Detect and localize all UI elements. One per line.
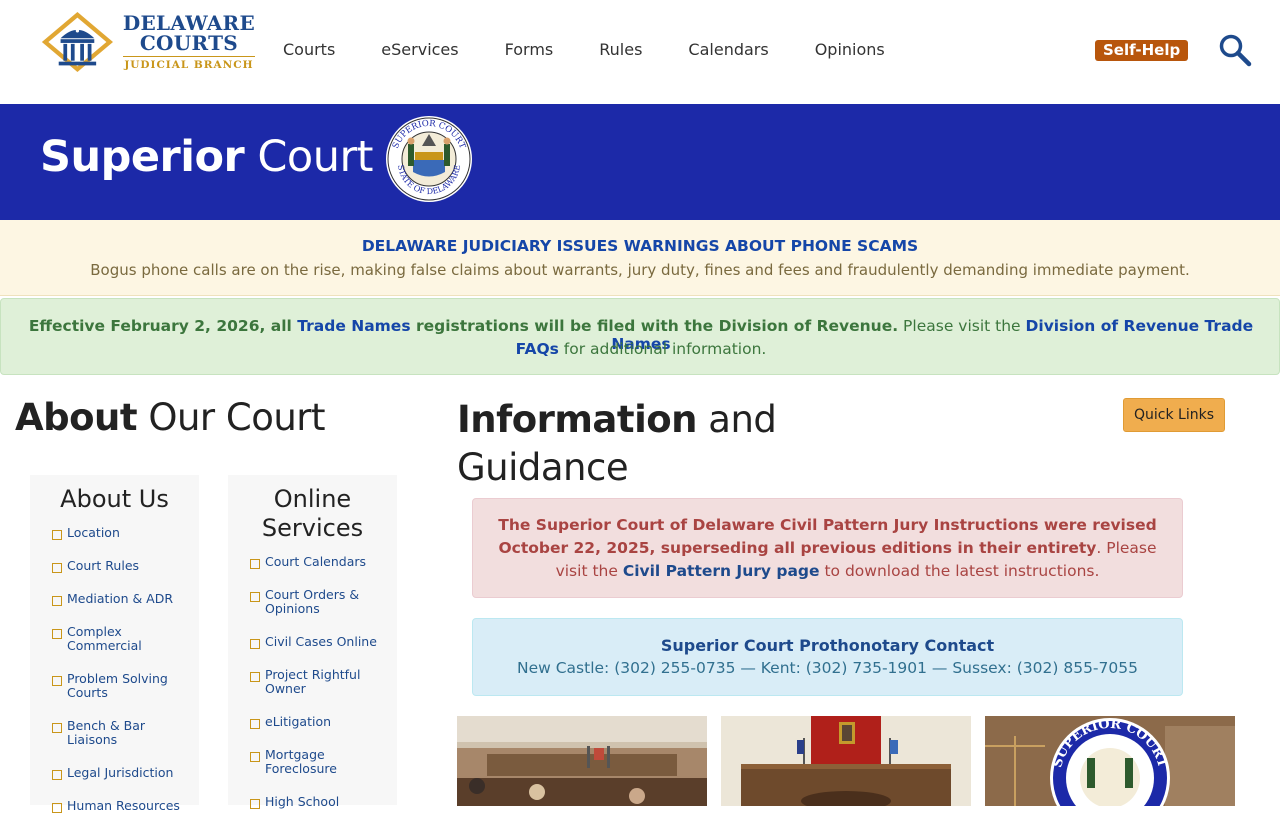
civil-pattern-jury-link[interactable]: Civil Pattern Jury page	[623, 562, 820, 580]
nav-eservices[interactable]: eServices	[381, 40, 458, 59]
about-heading-light: Our Court	[137, 396, 326, 439]
about-link-jurisdiction[interactable]: Legal Jurisdiction	[67, 766, 173, 780]
square-bullet-icon	[250, 799, 260, 809]
page-title-bold: Superior	[40, 132, 245, 182]
list-item[interactable]: Location	[52, 526, 187, 540]
courtroom-photo-2[interactable]	[721, 716, 971, 806]
list-item[interactable]: Court Rules	[52, 559, 187, 573]
delaware-courts-logo[interactable]: DELAWARE COURTS JUDICIAL BRANCH	[40, 8, 255, 76]
court-seal-photo[interactable]: SUPERIOR COURT	[985, 716, 1235, 806]
trade-alert-part2: registrations will be filed with the Div…	[410, 317, 899, 335]
about-link-human-resources[interactable]: Human Resources	[67, 799, 180, 813]
jury-alert-text2: to download the latest instructions.	[819, 562, 1100, 580]
site-header: DELAWARE COURTS JUDICIAL BRANCH Courts e…	[0, 0, 1280, 104]
square-bullet-icon	[250, 752, 260, 762]
square-bullet-icon	[250, 639, 260, 649]
prothonotary-contact-title: Superior Court Prothonotary Contact	[660, 636, 995, 655]
division-of-revenue-faqs-link[interactable]: FAQs	[516, 340, 559, 358]
jury-instructions-alert: The Superior Court of Delaware Civil Pat…	[472, 498, 1183, 598]
search-icon[interactable]	[1218, 33, 1252, 67]
square-bullet-icon	[52, 803, 62, 813]
about-us-card: About Us Location Court Rules Mediation …	[30, 475, 199, 813]
jury-alert-bold: The Superior Court of Delaware Civil Pat…	[498, 516, 1157, 557]
about-our-court-heading: About Our Court	[15, 396, 326, 439]
trade-alert-part3: Please visit the	[898, 317, 1026, 335]
courthouse-logo-icon	[41, 12, 113, 72]
about-link-complex-commercial[interactable]: Complex Commercial	[67, 625, 187, 653]
trade-names-alert: Effective February 2, 2026, all Trade Na…	[0, 298, 1280, 375]
online-link-rightful-owner[interactable]: Project Rightful Owner	[265, 668, 385, 696]
list-item[interactable]: Problem Solving Courts	[52, 672, 187, 700]
online-link-high-school[interactable]: High School	[265, 795, 339, 809]
square-bullet-icon	[52, 770, 62, 780]
list-item[interactable]: Civil Cases Online	[250, 635, 385, 649]
list-item[interactable]: Mediation & ADR	[52, 592, 187, 606]
list-item[interactable]: eLitigation	[250, 715, 385, 729]
square-bullet-icon	[52, 676, 62, 686]
list-item[interactable]: Bench & Bar Liaisons	[52, 719, 187, 747]
about-link-bench-bar[interactable]: Bench & Bar Liaisons	[67, 719, 187, 747]
about-us-list: Location Court Rules Mediation & ADR Com…	[30, 514, 199, 813]
about-us-title: About Us	[60, 485, 169, 513]
about-link-problem-solving[interactable]: Problem Solving Courts	[67, 672, 187, 700]
square-bullet-icon	[250, 592, 260, 602]
square-bullet-icon	[52, 629, 62, 639]
page-title: Superior Court	[40, 132, 374, 182]
list-item[interactable]: High School	[250, 795, 385, 809]
square-bullet-icon	[52, 530, 62, 540]
online-services-card: Online Services Court Calendars Court Or…	[228, 475, 397, 809]
info-heading-light-1: and	[697, 398, 777, 441]
online-link-civil-cases[interactable]: Civil Cases Online	[265, 635, 377, 649]
phone-scam-alert-title[interactable]: DELAWARE JUDICIARY ISSUES WARNINGS ABOUT…	[0, 237, 1280, 255]
phone-scam-alert: DELAWARE JUDICIARY ISSUES WARNINGS ABOUT…	[0, 220, 1280, 296]
online-link-court-calendars[interactable]: Court Calendars	[265, 555, 366, 569]
superior-court-seal-icon: SUPERIOR COURT STATE OF DELAWARE	[384, 114, 474, 204]
logo-line-2: COURTS	[139, 31, 239, 56]
online-link-orders-opinions[interactable]: Court Orders & Opinions	[265, 588, 385, 616]
nav-opinions[interactable]: Opinions	[815, 40, 885, 59]
list-item[interactable]: Complex Commercial	[52, 625, 187, 653]
information-guidance-heading: Information and Guidance	[457, 396, 777, 492]
page-title-light: Court	[257, 132, 374, 182]
logo-line-1: DELAWARE	[122, 11, 255, 36]
square-bullet-icon	[52, 723, 62, 733]
online-link-elitigation[interactable]: eLitigation	[265, 715, 331, 729]
square-bullet-icon	[250, 559, 260, 569]
list-item[interactable]: Mortgage Foreclosure	[250, 748, 385, 776]
list-item[interactable]: Project Rightful Owner	[250, 668, 385, 696]
prothonotary-contact-phones: New Castle: (302) 255-0735 — Kent: (302)…	[517, 659, 1138, 677]
nav-rules[interactable]: Rules	[599, 40, 642, 59]
square-bullet-icon	[250, 672, 260, 682]
trade-alert-part1: Effective February 2, 2026, all	[28, 317, 298, 335]
phone-scam-alert-text: Bogus phone calls are on the rise, makin…	[90, 261, 1190, 279]
online-services-title: Online Services	[261, 485, 364, 542]
logo-line-3: JUDICIAL BRANCH	[122, 56, 255, 71]
quick-links-button[interactable]: Quick Links	[1123, 398, 1225, 432]
about-link-mediation[interactable]: Mediation & ADR	[67, 592, 173, 606]
self-help-button[interactable]: Self-Help	[1095, 40, 1189, 61]
prothonotary-contact-alert: Superior Court Prothonotary Contact New …	[472, 618, 1183, 696]
main-nav: Courts eServices Forms Rules Calendars O…	[283, 40, 931, 59]
about-link-location[interactable]: Location	[67, 526, 120, 540]
trade-alert-part4: for additional information.	[558, 340, 767, 358]
info-heading-bold: Information	[457, 398, 698, 441]
square-bullet-icon	[250, 719, 260, 729]
list-item[interactable]: Court Calendars	[250, 555, 385, 569]
courtroom-photo-1[interactable]	[457, 716, 707, 806]
nav-forms[interactable]: Forms	[505, 40, 554, 59]
list-item[interactable]: Court Orders & Opinions	[250, 588, 385, 616]
info-heading-light-2: Guidance	[457, 446, 629, 489]
square-bullet-icon	[52, 596, 62, 606]
online-link-mortgage-foreclosure[interactable]: Mortgage Foreclosure	[265, 748, 385, 776]
nav-courts[interactable]: Courts	[283, 40, 335, 59]
square-bullet-icon	[52, 563, 62, 573]
list-item[interactable]: Legal Jurisdiction	[52, 766, 187, 780]
about-link-court-rules[interactable]: Court Rules	[67, 559, 139, 573]
list-item[interactable]: Human Resources	[52, 799, 187, 813]
nav-calendars[interactable]: Calendars	[688, 40, 768, 59]
online-services-list: Court Calendars Court Orders & Opinions …	[228, 543, 397, 809]
about-heading-bold: About	[15, 396, 138, 439]
trade-names-link[interactable]: Trade Names	[297, 317, 410, 335]
